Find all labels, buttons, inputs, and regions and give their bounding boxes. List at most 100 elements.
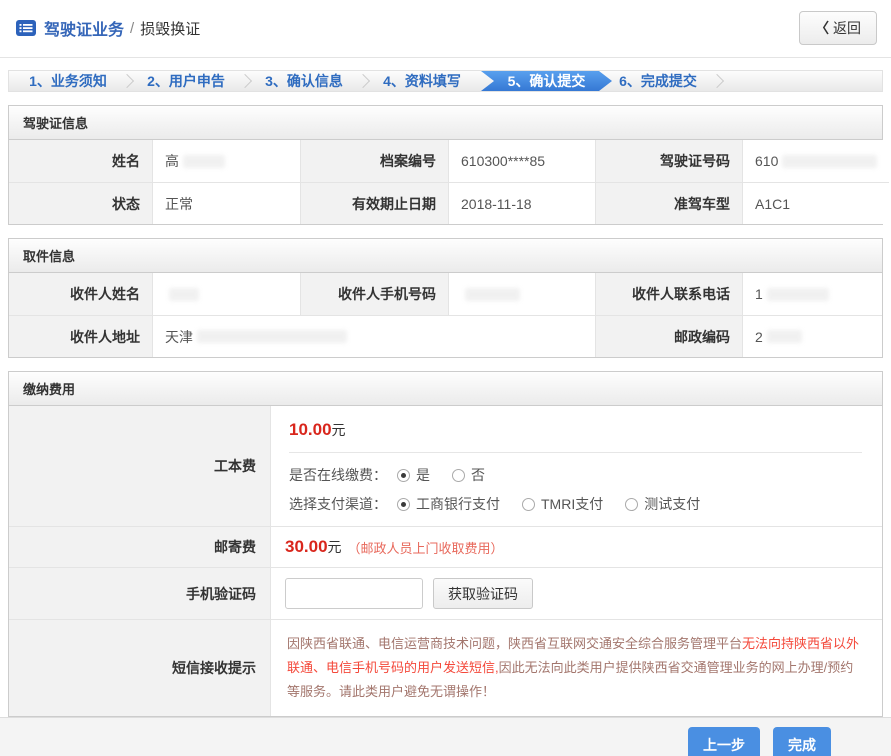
sms-notice-label: 短信接收提示 bbox=[9, 619, 271, 716]
step-1-business-notice: 1、业务须知 bbox=[9, 71, 127, 91]
online-pay-question: 是否在线缴费： bbox=[289, 465, 387, 485]
redacted-area bbox=[782, 155, 877, 168]
back-button-label: 返回 bbox=[833, 20, 861, 36]
recipient-phone-label: 收件人联系电话 bbox=[596, 273, 743, 315]
previous-step-button[interactable]: 上一步 bbox=[688, 727, 760, 756]
get-captcha-button[interactable]: 获取验证码 bbox=[433, 578, 533, 609]
recipient-address-label: 收件人地址 bbox=[9, 315, 153, 357]
file-number-label: 档案编号 bbox=[301, 140, 449, 182]
vehicle-class-label: 准驾车型 bbox=[596, 182, 743, 224]
status-label: 状态 bbox=[9, 182, 153, 224]
postage-fee-amount: 30.00 bbox=[285, 537, 328, 557]
recipient-name-label: 收件人姓名 bbox=[9, 273, 153, 315]
channel-option-tmri: TMRI支付 bbox=[522, 494, 603, 514]
channel-tmri-radio[interactable] bbox=[522, 498, 535, 511]
captcha-cell: 获取验证码 bbox=[271, 567, 882, 619]
license-info-table: 姓名 高 档案编号 610300****85 驾驶证号码 610 状态 正常 有… bbox=[9, 140, 882, 224]
work-fee-amount: 10.00 bbox=[289, 420, 332, 439]
file-number-value: 610300****85 bbox=[449, 140, 596, 182]
footer-action-bar: 上一步 完成 bbox=[0, 717, 891, 756]
pay-channel-question: 选择支付渠道： bbox=[289, 494, 387, 514]
step-6-label: 6、完成提交 bbox=[619, 71, 697, 91]
recipient-name-value bbox=[153, 273, 301, 315]
online-pay-no-radio[interactable] bbox=[452, 469, 465, 482]
sms-notice-text: 因陕西省联通、电信运营商技术问题，陕西省互联网交通安全综合服务管理平台无法向持陕… bbox=[285, 630, 868, 706]
breadcrumb-current: 损毁换证 bbox=[140, 18, 200, 39]
pickup-section-title: 取件信息 bbox=[9, 239, 882, 273]
back-chevron-icon: 〈 bbox=[815, 20, 829, 36]
list-icon bbox=[16, 20, 36, 36]
step-1-label: 1、业务须知 bbox=[29, 71, 107, 91]
license-number-label: 驾驶证号码 bbox=[596, 140, 743, 182]
name-label: 姓名 bbox=[9, 140, 153, 182]
step-2-user-declaration: 2、用户申告 bbox=[127, 71, 245, 91]
sms-notice-cell: 因陕西省联通、电信运营商技术问题，陕西省互联网交通安全综合服务管理平台无法向持陕… bbox=[271, 619, 882, 716]
pickup-info-section: 取件信息 收件人姓名 收件人手机号码 收件人联系电话 1 收件人地址 天津 邮政… bbox=[8, 238, 883, 358]
postage-fee-cell: 30.00元 （邮政人员上门收取费用） bbox=[271, 526, 882, 567]
pay-channel-row: 选择支付渠道： 工商银行支付 TMRI支付 测试支付 bbox=[289, 494, 868, 514]
captcha-input[interactable] bbox=[285, 578, 423, 609]
postal-code-value: 2 bbox=[743, 315, 882, 357]
name-value: 高 bbox=[153, 140, 301, 182]
redacted-area bbox=[197, 330, 347, 343]
redacted-area bbox=[767, 330, 802, 343]
work-fee-unit: 元 bbox=[332, 422, 346, 438]
license-section-title: 驾驶证信息 bbox=[9, 106, 882, 140]
finish-button[interactable]: 完成 bbox=[773, 727, 831, 756]
postal-code-label: 邮政编码 bbox=[596, 315, 743, 357]
step-wizard: 1、业务须知 2、用户申告 3、确认信息 4、资料填写 5、确认提交 6、完成提… bbox=[8, 70, 883, 92]
captcha-label: 手机验证码 bbox=[9, 567, 271, 619]
recipient-mobile-label: 收件人手机号码 bbox=[301, 273, 449, 315]
page: 驾驶证业务 / 损毁换证 〈返回 1、业务须知 2、用户申告 3、确认信息 4、… bbox=[0, 0, 891, 756]
online-pay-option-yes: 是 bbox=[397, 465, 430, 485]
sms-text-part1: 因陕西省联通、电信运营商技术问题，陕西省互联网交通安全综合服务管理平台 bbox=[287, 636, 742, 651]
expiry-date-label: 有效期止日期 bbox=[301, 182, 449, 224]
breadcrumb-separator: / bbox=[130, 20, 134, 37]
online-pay-yes-radio[interactable] bbox=[397, 469, 410, 482]
step-2-label: 2、用户申告 bbox=[147, 71, 225, 91]
channel-icbc-radio[interactable] bbox=[397, 498, 410, 511]
work-fee-label: 工本费 bbox=[9, 406, 271, 526]
pickup-info-table: 收件人姓名 收件人手机号码 收件人联系电话 1 收件人地址 天津 邮政编码 2 bbox=[9, 273, 882, 357]
channel-tmri-label: TMRI支付 bbox=[541, 494, 603, 514]
online-pay-option-no: 否 bbox=[452, 465, 485, 485]
online-pay-row: 是否在线缴费： 是 否 bbox=[289, 465, 868, 485]
channel-icbc-label: 工商银行支付 bbox=[416, 494, 500, 514]
channel-option-test: 测试支付 bbox=[625, 494, 700, 514]
page-title: 驾驶证业务 bbox=[44, 16, 124, 40]
step-5-confirm-submit-current: 5、确认提交 bbox=[481, 71, 612, 91]
step-4-label: 4、资料填写 bbox=[383, 71, 461, 91]
license-info-section: 驾驶证信息 姓名 高 档案编号 610300****85 驾驶证号码 610 状… bbox=[8, 105, 883, 225]
top-bar: 驾驶证业务 / 损毁换证 〈返回 bbox=[0, 0, 891, 58]
redacted-area bbox=[169, 288, 199, 301]
recipient-phone-value: 1 bbox=[743, 273, 882, 315]
recipient-address-value: 天津 bbox=[153, 315, 596, 357]
fee-divider bbox=[289, 452, 862, 453]
step-3-confirm-info: 3、确认信息 bbox=[245, 71, 363, 91]
step-6-complete-submit: 6、完成提交 bbox=[599, 71, 717, 91]
channel-test-radio[interactable] bbox=[625, 498, 638, 511]
redacted-area bbox=[183, 155, 225, 168]
redacted-area bbox=[465, 288, 520, 301]
payment-section-title: 缴纳费用 bbox=[9, 372, 882, 406]
online-pay-yes-label: 是 bbox=[416, 465, 430, 485]
online-pay-no-label: 否 bbox=[471, 465, 485, 485]
payment-section: 缴纳费用 工本费 10.00元 是否在线缴费： 是 否 选择支付渠道： 工商银行… bbox=[8, 371, 883, 717]
postage-fee-label: 邮寄费 bbox=[9, 526, 271, 567]
expiry-date-value: 2018-11-18 bbox=[449, 182, 596, 224]
redacted-area bbox=[767, 288, 829, 301]
payment-table: 工本费 10.00元 是否在线缴费： 是 否 选择支付渠道： 工商银行支付 TM… bbox=[9, 406, 882, 716]
channel-test-label: 测试支付 bbox=[644, 494, 700, 514]
work-fee-cell: 10.00元 是否在线缴费： 是 否 选择支付渠道： 工商银行支付 TMRI支付… bbox=[271, 406, 882, 526]
channel-option-icbc: 工商银行支付 bbox=[397, 494, 500, 514]
vehicle-class-value: A1C1 bbox=[743, 182, 889, 224]
postage-fee-note: （邮政人员上门收取费用） bbox=[348, 538, 504, 557]
status-value: 正常 bbox=[153, 182, 301, 224]
back-button[interactable]: 〈返回 bbox=[799, 11, 877, 45]
step-bar-filler bbox=[717, 71, 882, 91]
recipient-mobile-value bbox=[449, 273, 596, 315]
step-3-label: 3、确认信息 bbox=[265, 71, 343, 91]
postage-fee-unit: 元 bbox=[328, 537, 342, 557]
step-4-fill-data: 4、资料填写 bbox=[363, 71, 481, 91]
license-number-value: 610 bbox=[743, 140, 889, 182]
